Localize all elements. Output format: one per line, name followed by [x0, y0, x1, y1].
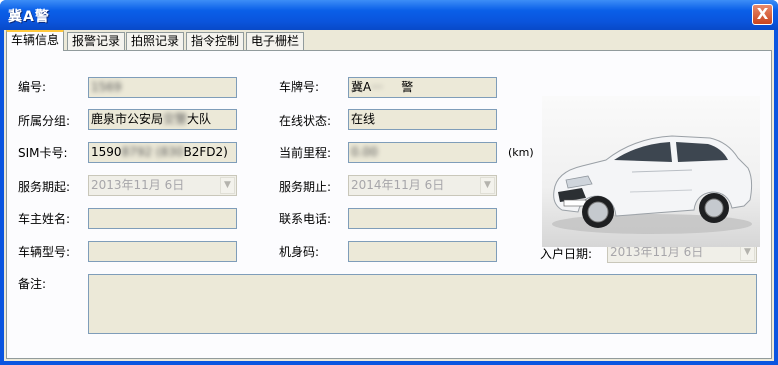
engine-code-field[interactable] — [348, 241, 497, 262]
engine-code-label: 机身码: — [279, 245, 320, 259]
car-photo — [552, 135, 753, 234]
group-value-masked: 交警 — [163, 112, 188, 126]
plate-value-masked: ··· — [371, 80, 383, 94]
mileage-unit: (km) — [508, 146, 534, 159]
group-field[interactable]: 鹿泉市公安局交警大队 — [88, 109, 237, 130]
chevron-down-icon[interactable]: ▼ — [480, 177, 495, 194]
service-start-value: 2013年11月 6日 — [91, 178, 185, 192]
group-value-suffix: 大队 — [187, 112, 212, 126]
tab-vehicle-info[interactable]: 车辆信息 — [6, 30, 65, 51]
service-start-label: 服务期起: — [18, 180, 71, 194]
owner-name-label: 车主姓名: — [18, 212, 71, 226]
window-client-area: 车辆信息 报警记录 拍照记录 指令控制 电子栅栏 编号: 1569 车牌号: 冀… — [4, 30, 774, 361]
online-status-label: 在线状态: — [279, 114, 332, 128]
number-field[interactable]: 1569 — [88, 77, 237, 98]
sim-value-masked: 8792 (830 — [121, 145, 184, 159]
mileage-field[interactable]: 0.00 — [348, 142, 497, 163]
group-value-prefix: 鹿泉市公安局 — [91, 112, 164, 126]
plate-value-prefix: 冀A — [351, 80, 372, 94]
vehicle-info-panel: 编号: 1569 车牌号: 冀A··· 警 所属分组: 鹿泉市公安局交警大队 在线… — [6, 50, 772, 359]
tab-alarm-records[interactable]: 报警记录 — [67, 32, 126, 50]
window-title: 冀A警 — [8, 6, 50, 26]
online-status-field[interactable]: 在线 — [348, 109, 497, 130]
chevron-down-icon[interactable]: ▼ — [220, 177, 235, 194]
tab-command-control[interactable]: 指令控制 — [186, 32, 245, 50]
remarks-label: 备注: — [18, 277, 47, 291]
vehicle-model-field[interactable] — [88, 241, 237, 262]
owner-name-field[interactable] — [88, 208, 237, 229]
service-end-date-picker[interactable]: 2014年11月 6日 ▼ — [348, 175, 497, 196]
close-button[interactable]: X — [752, 4, 773, 25]
remarks-textarea[interactable] — [88, 274, 757, 334]
mileage-value: 0.00 — [351, 145, 378, 159]
close-icon: X — [756, 5, 769, 23]
group-label: 所属分组: — [18, 114, 71, 128]
service-end-label: 服务期止: — [279, 180, 332, 194]
tab-photo-records[interactable]: 拍照记录 — [126, 32, 185, 50]
vehicle-model-label: 车辆型号: — [18, 245, 71, 259]
sim-field[interactable]: 15908792 (830B2FD2) — [88, 142, 237, 163]
sim-label: SIM卡号: — [18, 146, 68, 160]
plate-label: 车牌号: — [279, 80, 320, 94]
sim-value-suffix: B2FD2) — [183, 145, 228, 159]
sim-value-prefix: 1590 — [91, 145, 122, 159]
mileage-label: 当前里程: — [279, 146, 332, 160]
online-status-value: 在线 — [351, 112, 376, 126]
title-bar[interactable]: 冀A警 X — [0, 0, 778, 30]
window-title-text: 冀A警 — [8, 9, 50, 25]
tab-geofence[interactable]: 电子栅栏 — [246, 32, 305, 50]
number-label: 编号: — [18, 80, 47, 94]
phone-field[interactable] — [348, 208, 497, 229]
plate-field[interactable]: 冀A··· 警 — [348, 77, 497, 98]
vehicle-photo — [542, 96, 760, 247]
service-start-date-picker[interactable]: 2013年11月 6日 ▼ — [88, 175, 237, 196]
vehicle-info-window: 冀A警 X 车辆信息 报警记录 拍照记录 指令控制 电子栅栏 编号: 1569 … — [0, 0, 778, 365]
number-value: 1569 — [91, 80, 122, 94]
plate-value-suffix: 警 — [401, 80, 414, 94]
join-date-value: 2013年11月 6日 — [610, 245, 704, 259]
join-date-label: 入户日期: — [540, 247, 593, 261]
phone-label: 联系电话: — [279, 212, 332, 226]
service-end-value: 2014年11月 6日 — [351, 178, 445, 192]
